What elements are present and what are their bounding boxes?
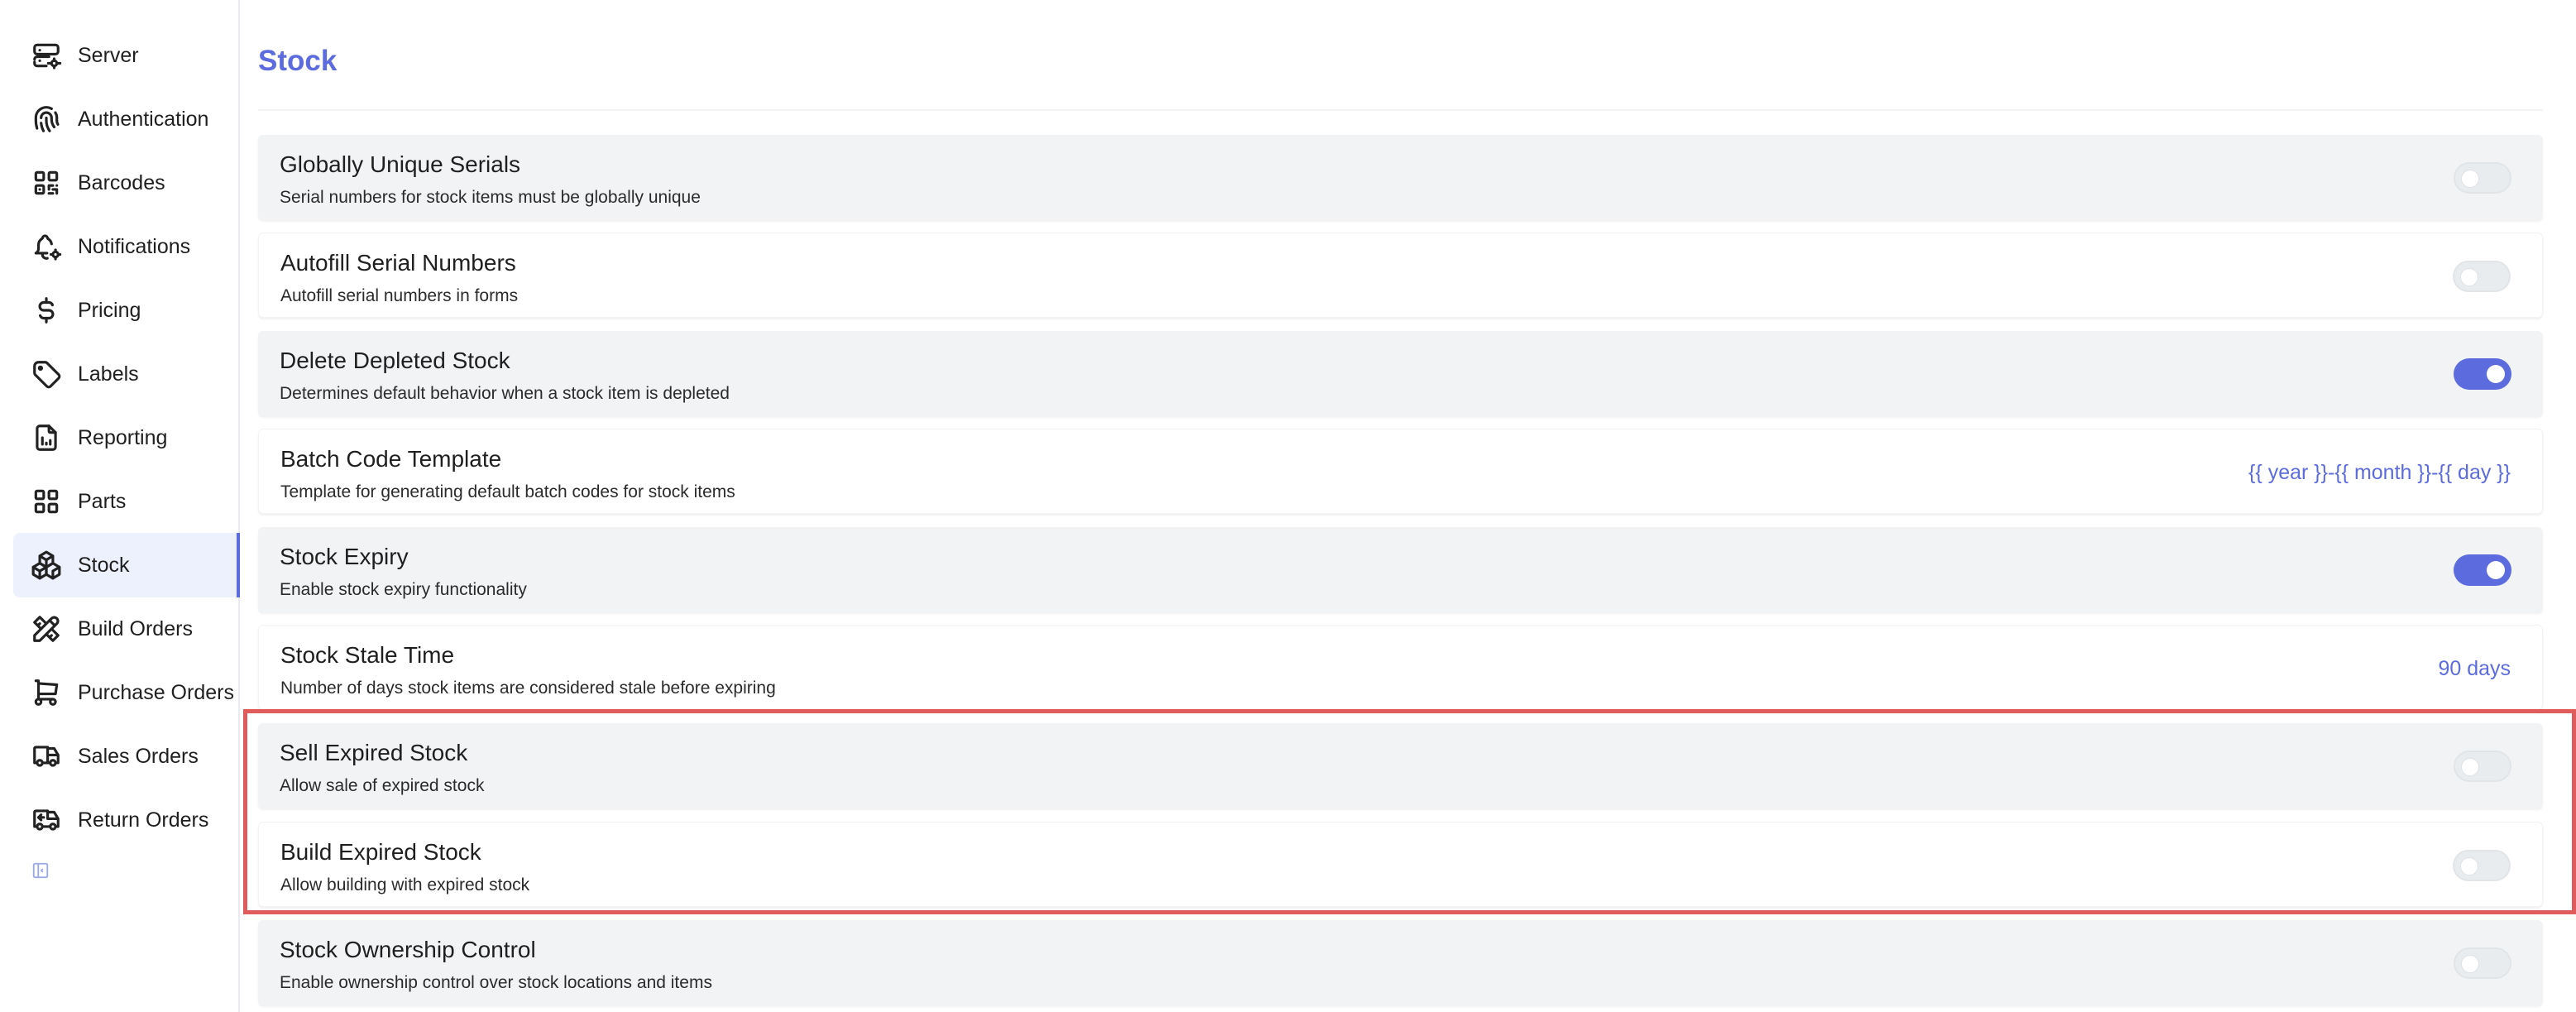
setting-row-autofill-serial-numbers: Autofill Serial Numbers Autofill serial … [258,233,2543,318]
title-divider [258,109,2543,111]
setting-title: Stock Ownership Control [280,937,536,962]
tools-icon [30,612,63,645]
sidebar-item-parts[interactable]: Parts [13,469,240,534]
sidebar-item-label: Return Orders [78,808,209,832]
grid-icon [30,485,63,518]
setting-toggle[interactable] [2454,162,2511,194]
setting-row-delete-depleted-stock: Delete Depleted Stock Determines default… [258,331,2543,416]
sidebar-item-pricing[interactable]: Pricing [13,278,240,343]
cart-icon [30,676,63,709]
sidebar-item-reporting[interactable]: Reporting [13,405,240,470]
sidebar-item-label: Build Orders [78,616,193,640]
setting-toggle[interactable] [2454,358,2511,390]
server-icon [30,39,63,72]
settings-sidebar: Server Authentication Barcodes Notificat… [0,0,240,1012]
sidebar-item-sales-orders[interactable]: Sales Orders [13,724,240,789]
setting-row-stock-ownership-control: Stock Ownership Control Enable ownership… [258,920,2543,1005]
setting-title: Globally Unique Serials [280,151,521,177]
setting-value-link[interactable]: {{ year }}-{{ month }}-{{ day }} [2248,461,2511,485]
setting-description: Enable stock expiry functionality [280,580,527,599]
sidebar-item-authentication[interactable]: Authentication [13,87,240,151]
sidebar-item-label: Server [78,43,139,67]
setting-description: Autofill serial numbers in forms [280,286,519,305]
setting-toggle[interactable] [2453,850,2511,881]
dollar-icon [30,294,63,327]
qrcode-icon [30,166,63,199]
setting-description: Enable ownership control over stock loca… [280,973,712,992]
sidebar-item-label: Sales Orders [78,744,199,768]
setting-description: Allow sale of expired stock [280,776,485,795]
setting-value-link[interactable]: 90 days [2438,657,2511,681]
setting-row-stock-stale-time: Stock Stale Time Number of days stock it… [258,625,2543,710]
sidebar-item-purchase-orders[interactable]: Purchase Orders [13,660,240,725]
setting-title: Build Expired Stock [280,839,481,865]
setting-description: Allow building with expired stock [280,875,530,894]
setting-row-globally-unique-serials: Globally Unique Serials Serial numbers f… [258,135,2543,220]
sidebar-item-label: Parts [78,489,127,513]
sidebar-item-labels[interactable]: Labels [13,342,240,406]
setting-toggle[interactable] [2454,751,2511,782]
setting-description: Determines default behavior when a stock… [280,384,730,403]
setting-row-build-expired-stock: Build Expired Stock Allow building with … [258,822,2543,907]
sidebar-item-server[interactable]: Server [13,23,240,88]
setting-title: Autofill Serial Numbers [280,250,516,276]
sidebar-item-label: Barcodes [78,170,165,194]
sidebar-item-label: Stock [78,553,130,577]
toggle-knob [2460,268,2478,286]
page-title: Stock [258,45,338,77]
packages-icon [30,549,63,582]
setting-description: Template for generating default batch co… [280,482,735,501]
setting-title: Stock Expiry [280,544,409,569]
sidebar-item-label: Reporting [78,425,168,449]
toggle-knob [2461,955,2479,973]
sidebar-collapse-icon[interactable] [31,861,50,880]
toggle-knob [2461,170,2479,188]
sidebar-item-label: Authentication [78,107,209,131]
sidebar-item-notifications[interactable]: Notifications [13,214,240,279]
setting-toggle[interactable] [2453,261,2511,292]
sidebar-item-label: Pricing [78,298,141,322]
setting-title: Stock Stale Time [280,642,455,668]
bell-cog-icon [30,230,63,263]
report-icon [30,421,63,454]
setting-row-sell-expired-stock: Sell Expired Stock Allow sale of expired… [258,723,2543,808]
tag-icon [30,357,63,391]
sidebar-item-label: Notifications [78,234,191,258]
toggle-knob [2487,365,2505,383]
truck-return-icon [30,803,63,837]
setting-row-batch-code-template: Batch Code Template Template for generat… [258,429,2543,514]
sidebar-item-label: Labels [78,362,139,386]
setting-title: Batch Code Template [280,446,502,472]
sidebar-item-build-orders[interactable]: Build Orders [13,597,240,661]
truck-icon [30,740,63,773]
setting-description: Serial numbers for stock items must be g… [280,188,701,207]
toggle-knob [2460,857,2478,875]
toggle-knob [2461,758,2479,776]
sidebar-item-return-orders[interactable]: Return Orders [13,788,240,852]
setting-title: Sell Expired Stock [280,740,468,765]
sidebar-item-barcodes[interactable]: Barcodes [13,151,240,215]
toggle-knob [2487,561,2505,579]
setting-toggle[interactable] [2454,554,2511,586]
setting-description: Number of days stock items are considere… [280,679,776,698]
sidebar-item-label: Purchase Orders [78,680,234,704]
setting-row-stock-expiry: Stock Expiry Enable stock expiry functio… [258,527,2543,612]
fingerprint-icon [30,103,63,136]
setting-title: Delete Depleted Stock [280,348,510,373]
setting-toggle[interactable] [2454,947,2511,979]
sidebar-item-stock[interactable]: Stock [13,533,240,597]
